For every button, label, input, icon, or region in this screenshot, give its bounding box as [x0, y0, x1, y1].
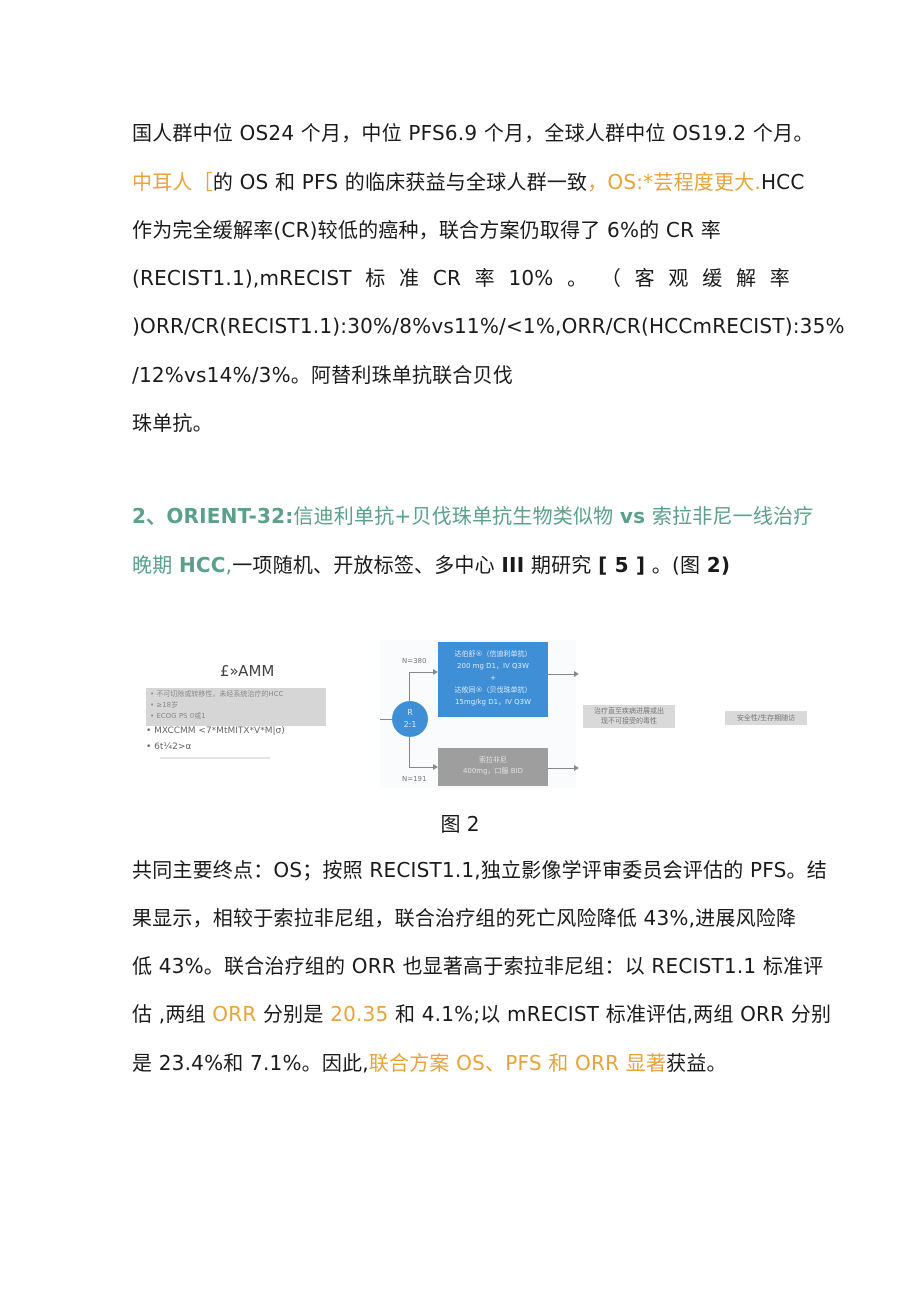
- figure-caption: 图 2: [440, 812, 480, 836]
- word: CR: [432, 266, 462, 290]
- arm2-line: 索拉非尼: [479, 756, 507, 764]
- word: (RECIST1.1),mRECIST: [132, 266, 352, 290]
- eligibility-item: • ≥18岁: [150, 701, 179, 709]
- word: 客: [634, 266, 655, 290]
- ratio-label: 2:1: [403, 720, 417, 729]
- body-text: 分别是: [256, 1002, 331, 1026]
- paragraph1-line3: 作为完全缓解率(CR)较低的癌种，联合方案仍取得了 6%的 CR 率: [132, 218, 721, 242]
- paragraph1-line7: 珠单抗。: [132, 411, 213, 435]
- truncated-item: [160, 757, 270, 759]
- highlight-text: 联合方案 OS、PFS 和 ORR 显著: [368, 1051, 667, 1075]
- randomization-circle: R 2:1: [392, 701, 428, 737]
- arm1-line: +: [490, 674, 496, 682]
- word: 率: [769, 266, 790, 290]
- word: 准: [399, 266, 420, 290]
- connector-line: [409, 672, 410, 701]
- eligibility-item: • 6t¼2>α: [146, 742, 192, 752]
- word: 解: [735, 266, 757, 290]
- arm1-line: 达伯舒®（信迪利单抗）: [454, 650, 532, 658]
- word: 观: [668, 266, 689, 290]
- body-text: 期研究: [524, 553, 599, 577]
- eligibility-item: • 不可切除或转移性，未经系统治疗的HCC: [150, 690, 284, 698]
- section2-heading-line1: 2、ORIENT-32:信迪利单抗+贝伐珠单抗生物类似物 vs 索拉非尼一线治疗: [132, 503, 813, 529]
- arm1-box: 达伯舒®（信迪利单抗） 200 mg D1，IV Q3W + 达攸同®（贝伐珠单…: [438, 642, 548, 717]
- eligibility-title: £»AMM: [220, 662, 275, 680]
- word: 标: [365, 266, 386, 290]
- body-text: 和 4.1%;以 mRECIST 标准评估,两组 ORR 分别: [388, 1002, 832, 1026]
- arm2-n-label: N=191: [402, 775, 427, 783]
- followup-label: 安全性/生存期随访: [725, 711, 807, 725]
- paragraph2-line1: 共同主要终点：OS；按照 RECIST1.1,独立影像学评审委员会评估的 PFS…: [132, 858, 827, 882]
- eligibility-item: • ECOG PS 0或1: [150, 712, 206, 720]
- connector-line: [548, 768, 576, 769]
- connector-line: [409, 767, 435, 768]
- phase-roman: III: [501, 553, 525, 577]
- paragraph1-line4: (RECIST1.1),mRECIST 标 准 CR 率 10% 。 （ 客 观…: [132, 265, 790, 291]
- body-text: 获益。: [666, 1051, 727, 1075]
- heading-text: 索拉非尼一线治疗: [645, 504, 814, 528]
- paragraph2-line3: 低 43%。联合治疗组的 ORR 也显著高于索拉非尼组：以 RECIST1.1 …: [132, 954, 824, 978]
- paragraph1-line1: 国人群中位 OS24 个月，中位 PFS6.9 个月，全球人群中位 OS19.2…: [132, 121, 814, 145]
- arrow-icon: [574, 765, 579, 771]
- outcome-label: 治疗直至疾病进展或出 现不可接受的毒性: [583, 705, 675, 728]
- heading-text: 信迪利单抗+贝伐珠单抗生物类似物: [293, 504, 620, 528]
- body-text: 估 ,两组: [132, 1002, 213, 1026]
- heading-text: 晚期: [132, 553, 179, 577]
- arm1-n-label: N=380: [402, 657, 427, 665]
- body-text: 一项随机、开放标签、多中心: [232, 553, 502, 577]
- highlight-text: 中耳人［: [132, 170, 213, 194]
- heading-vs: vs: [619, 504, 646, 528]
- highlight-text: ，OS:*芸程度更大.: [587, 170, 761, 194]
- connector-line: [380, 719, 392, 720]
- paragraph1-line6: /12%vs14%/3%。阿替利珠单抗联合贝伐: [132, 363, 513, 387]
- highlight-text: ORR: [212, 1002, 257, 1026]
- connector-line: [409, 672, 435, 673]
- arm1-line: 达攸同®（贝伐珠单抗）: [454, 686, 532, 694]
- reference-link[interactable]: [ 5 ]: [598, 553, 645, 577]
- paragraph2-line2: 果显示，相较于索拉非尼组，联合治疗组的死亡风险降低 43%,进展风险降: [132, 906, 797, 930]
- paragraph1-line2: 中耳人［的 OS 和 PFS 的临床获益与全球人群一致，OS:*芸程度更大.HC…: [132, 169, 805, 195]
- eligibility-box: • 不可切除或转移性，未经系统治疗的HCC • ≥18岁 • ECOG PS 0…: [146, 688, 326, 726]
- eligibility-item: • MXCCMM <7*MtMITX*V*M|σ): [146, 726, 285, 736]
- word: 率: [474, 266, 495, 290]
- paragraph2-line4: 估 ,两组 ORR 分别是 20.35 和 4.1%;以 mRECIST 标准评…: [132, 1001, 831, 1027]
- body-text: 。(图: [645, 553, 707, 577]
- figure-ref[interactable]: 2): [707, 553, 730, 577]
- section-number: 2、ORIENT-32:: [132, 504, 294, 528]
- arm1-line: 15mg/kg D1，IV Q3W: [454, 698, 532, 706]
- section2-heading-line2: 晚期 HCC,一项随机、开放标签、多中心 III 期研究 [ 5 ] 。(图 2…: [132, 552, 730, 578]
- connector-line: [409, 737, 410, 768]
- word: 缓: [702, 266, 723, 290]
- highlight-text: 20.35: [330, 1002, 389, 1026]
- arm2-box: 索拉非尼 400mg，口服 BID: [438, 748, 548, 786]
- word: （: [600, 266, 622, 290]
- arrow-icon: [574, 671, 579, 677]
- body-text: 是 23.4%和 7.1%。因此,: [132, 1051, 369, 1075]
- connector-line: [548, 674, 576, 675]
- paragraph1-line5: )ORR/CR(RECIST1.1):30%/8%vs11%/<1%,ORR/C…: [132, 314, 845, 338]
- body-text: HCC: [760, 170, 805, 194]
- randomization-label: R: [407, 708, 413, 717]
- body-text: 的 OS 和 PFS 的临床获益与全球人群一致: [212, 170, 588, 194]
- arm2-line: 400mg，口服 BID: [462, 767, 524, 775]
- arm1-line: 200 mg D1，IV Q3W: [457, 662, 529, 670]
- heading-hcc: HCC: [178, 553, 226, 577]
- word: 。: [567, 266, 588, 290]
- paragraph2-line5: 是 23.4%和 7.1%。因此,联合方案 OS、PFS 和 ORR 显著获益。: [132, 1050, 727, 1076]
- word: 10%: [508, 266, 554, 290]
